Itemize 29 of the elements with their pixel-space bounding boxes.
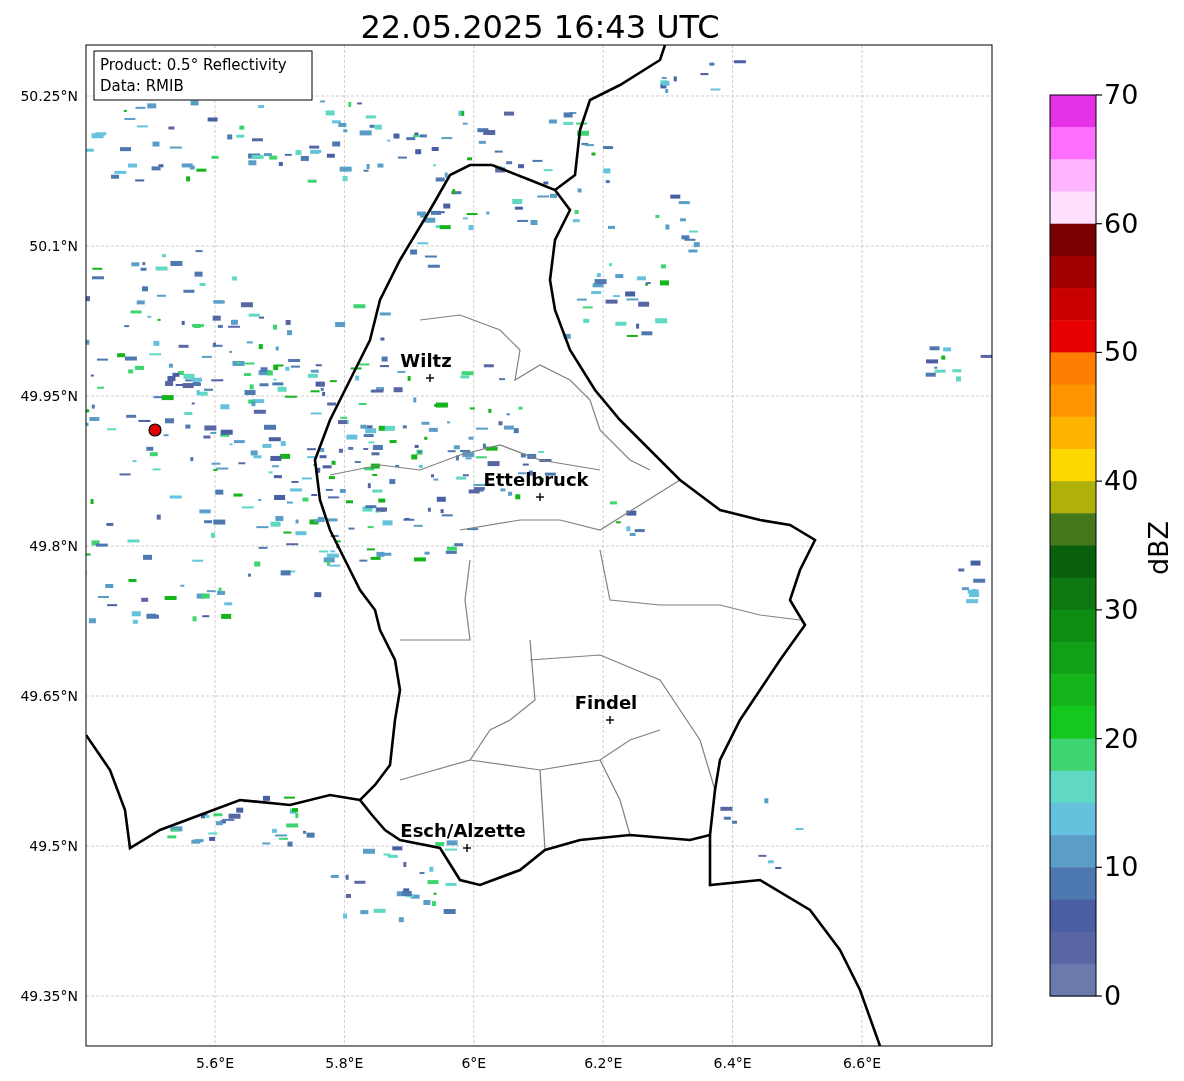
latitude-label: 50.25°N: [20, 88, 78, 104]
colorbar-tick-label: 50: [1104, 336, 1139, 368]
latitude-label: 49.8°N: [29, 538, 78, 554]
longitude-label: 5.8°E: [325, 1055, 364, 1071]
longitude-label: 6.6°E: [842, 1055, 882, 1071]
longitude-label: 6.2°E: [584, 1055, 623, 1071]
colorbar-tick-label: 40: [1104, 465, 1139, 497]
latitude-label: 49.35°N: [20, 988, 78, 1004]
info-text: Product: 0.5° Reflectivity: [100, 56, 287, 74]
info-text: Data: RMIB: [100, 77, 184, 95]
latitude-label: 49.95°N: [20, 388, 78, 404]
colorbar-tick-label: 0: [1104, 980, 1122, 1011]
longitude-label: 6.4°E: [713, 1055, 752, 1071]
colorbar-tick-label: 20: [1104, 722, 1139, 754]
city-label: Ettelbruck: [483, 469, 589, 490]
latitude-label: 49.5°N: [29, 838, 78, 854]
city-label: Wiltz: [400, 350, 452, 371]
colorbar-label: dBZ: [1143, 520, 1174, 576]
city-label: Esch/Alzette: [400, 820, 526, 841]
chart-title: 22.05.2025 16:43 UTC: [360, 8, 720, 46]
colorbar-tick-label: 70: [1104, 79, 1139, 110]
city-label: Findel: [574, 692, 638, 713]
longitude-label: 6°E: [461, 1055, 487, 1071]
colorbar-tick-label: 10: [1104, 851, 1139, 883]
latitude-label: 49.65°N: [20, 688, 78, 704]
longitude-label: 5.6°E: [195, 1055, 235, 1071]
colorbar-tick-label: 30: [1104, 593, 1139, 625]
colorbar-tick-label: 60: [1104, 207, 1139, 239]
latitude-label: 50.1°N: [29, 238, 78, 254]
